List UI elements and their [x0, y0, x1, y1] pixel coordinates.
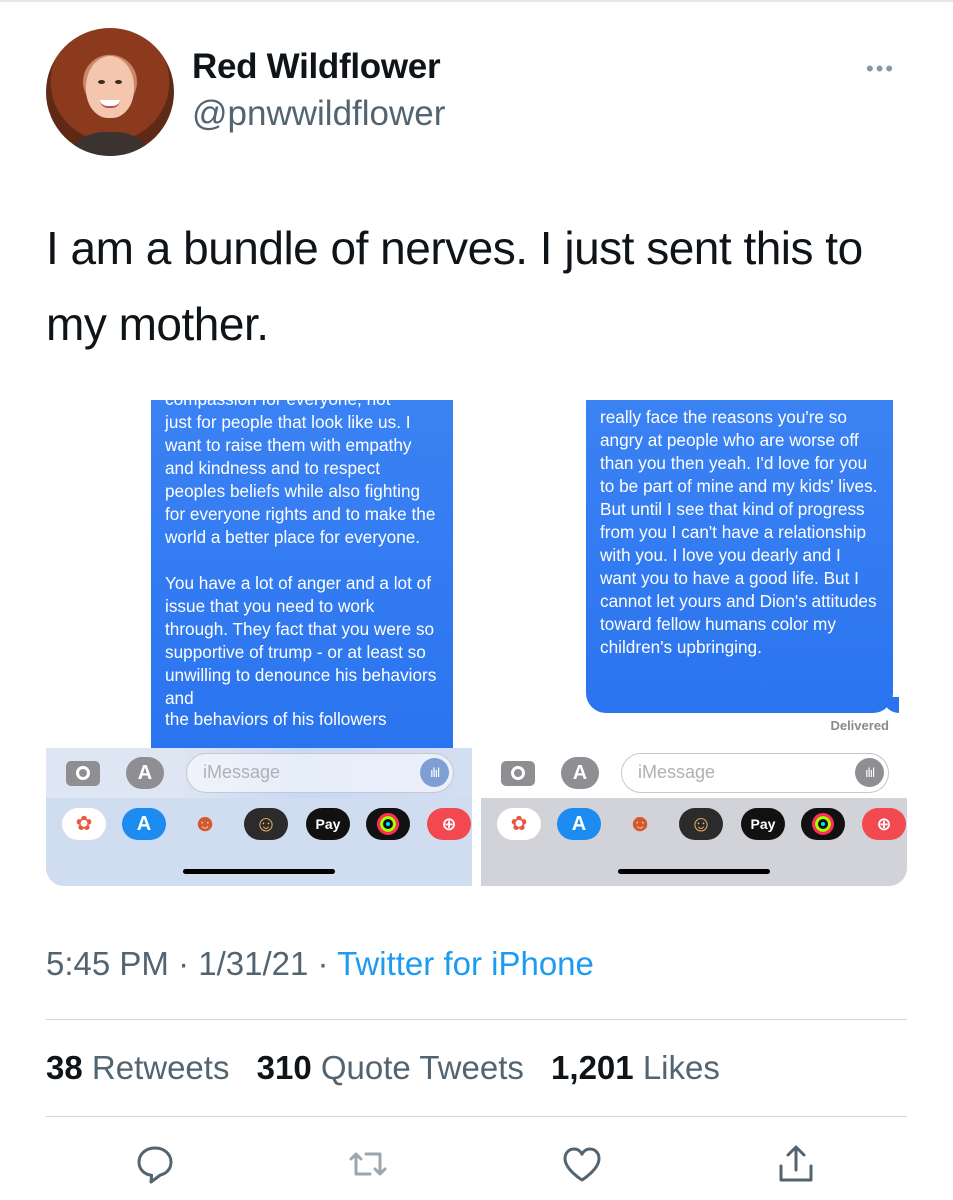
message-input-row: A iMessage ılıl — [46, 748, 472, 798]
divider — [46, 1019, 907, 1020]
top-divider — [0, 0, 953, 2]
avatar-eye — [98, 80, 105, 84]
avatar-face — [86, 56, 134, 118]
app-store-icon[interactable]: A — [557, 808, 601, 840]
home-indicator — [183, 869, 335, 874]
message-text: really face the reasons you're so angry … — [600, 407, 878, 657]
display-name[interactable]: Red Wildflower — [192, 47, 441, 87]
apple-pay-label: Pay — [750, 816, 776, 832]
web-search-icon[interactable]: ⊕ — [862, 808, 906, 840]
retweet-button[interactable] — [344, 1140, 392, 1188]
clipped-text-top: compassion for everyone, not — [165, 400, 390, 411]
likes-count: 1,201 — [551, 1049, 634, 1086]
activity-icon[interactable] — [801, 808, 845, 840]
like-button[interactable] — [558, 1140, 606, 1188]
share-button[interactable] — [772, 1140, 820, 1188]
more-options-icon[interactable]: ••• — [866, 58, 895, 80]
camera-icon[interactable] — [501, 761, 535, 786]
message-bubble: really face the reasons you're so angry … — [586, 400, 893, 713]
imessage-input[interactable]: iMessage ılıl — [621, 753, 889, 793]
imessage-input[interactable]: iMessage ılıl — [186, 753, 454, 793]
quote-tweets-label: Quote Tweets — [320, 1049, 524, 1086]
tweet-stats: 38 Retweets 310 Quote Tweets 1,201 Likes — [46, 1049, 720, 1087]
tweet-timestamp: 5:45 PM · 1/31/21 · Twitter for iPhone — [46, 945, 594, 983]
memoji-stickers-icon[interactable]: ☺ — [679, 808, 723, 840]
app-store-icon[interactable]: A — [126, 757, 164, 789]
camera-icon[interactable] — [66, 761, 100, 786]
tweet-time: 5:45 PM — [46, 945, 169, 982]
quote-tweets-count: 310 — [256, 1049, 312, 1086]
home-indicator — [618, 869, 770, 874]
heart-icon — [563, 1147, 601, 1182]
attached-image-right[interactable]: really face the reasons you're so angry … — [481, 400, 907, 886]
avatar-shirt — [64, 132, 156, 156]
memoji-stickers-icon[interactable]: ☺ — [244, 808, 288, 840]
reply-button[interactable] — [131, 1140, 179, 1188]
photos-icon[interactable]: ✿ — [497, 808, 541, 840]
clipped-text-bottom: the behaviors of his followers — [165, 709, 387, 729]
separator: · — [178, 945, 199, 982]
likes-label: Likes — [642, 1049, 720, 1086]
input-placeholder: iMessage — [203, 762, 281, 782]
app-drawer: ✿ A ☻ ☺ Pay ⊕ — [46, 798, 472, 886]
quote-tweets-stat[interactable]: 310 Quote Tweets — [257, 1049, 524, 1086]
tweet-date: 1/31/21 — [198, 945, 309, 982]
apple-pay-icon[interactable]: Pay — [306, 808, 350, 840]
share-icon — [779, 1145, 813, 1182]
reply-icon — [137, 1146, 173, 1184]
avatar-eye — [115, 80, 122, 84]
app-drawer: ✿ A ☻ ☺ Pay ⊕ — [481, 798, 907, 886]
apple-pay-label: Pay — [315, 816, 341, 832]
app-store-icon[interactable]: A — [561, 757, 599, 789]
input-placeholder: iMessage — [638, 762, 716, 782]
app-store-icon[interactable]: A — [122, 808, 166, 840]
divider — [46, 1116, 907, 1117]
message-text: just for people that look like us. I wan… — [165, 412, 437, 708]
message-input-row: A iMessage ılıl — [481, 748, 907, 798]
delivered-status: Delivered — [830, 718, 889, 733]
memoji-icon[interactable]: ☻ — [183, 808, 227, 840]
retweets-label: Retweets — [91, 1049, 230, 1086]
memoji-icon[interactable]: ☻ — [618, 808, 662, 840]
tweet-source-link[interactable]: Twitter for iPhone — [337, 945, 594, 982]
tweet-text: I am a bundle of nerves. I just sent thi… — [46, 222, 863, 350]
avatar[interactable] — [46, 28, 174, 156]
web-search-icon[interactable]: ⊕ — [427, 808, 471, 840]
retweets-stat[interactable]: 38 Retweets — [46, 1049, 229, 1086]
retweets-count: 38 — [46, 1049, 83, 1086]
photos-icon[interactable]: ✿ — [62, 808, 106, 840]
separator: · — [317, 945, 338, 982]
apple-pay-icon[interactable]: Pay — [741, 808, 785, 840]
activity-icon[interactable] — [366, 808, 410, 840]
audio-message-icon[interactable]: ılıl — [420, 758, 449, 787]
retweet-icon — [349, 1152, 387, 1176]
message-bubble: compassion for everyone, not just for pe… — [151, 400, 453, 748]
attached-image-left[interactable]: compassion for everyone, not just for pe… — [46, 400, 472, 886]
likes-stat[interactable]: 1,201 Likes — [551, 1049, 720, 1086]
user-handle[interactable]: @pnwwildflower — [192, 94, 445, 134]
audio-message-icon[interactable]: ılıl — [855, 758, 884, 787]
